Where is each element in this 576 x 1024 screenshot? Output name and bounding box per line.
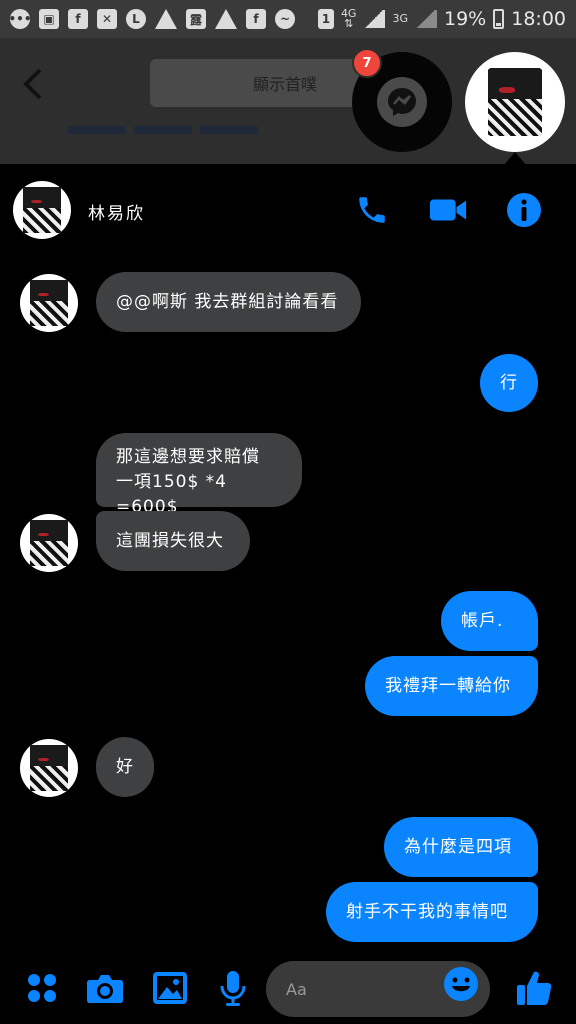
message-avatar bbox=[20, 274, 78, 332]
camera-icon[interactable] bbox=[83, 966, 127, 1010]
gallery-notification-icon: ▣ bbox=[39, 9, 59, 29]
chat-head-pointer bbox=[503, 152, 527, 166]
message-avatar bbox=[20, 739, 78, 797]
network-4g: 4G ⇅ bbox=[340, 7, 357, 30]
chat-panel: 林易欣 @@啊斯 我去群組討論看看 行 那這邊想要求賠償 一項150$ *4 =… bbox=[0, 164, 576, 1024]
contact-name[interactable]: 林易欣 bbox=[88, 199, 145, 224]
signal-icon bbox=[363, 10, 386, 28]
warning-icon-2 bbox=[215, 9, 237, 29]
message-bubble-outgoing[interactable]: 帳戶. bbox=[441, 591, 538, 651]
phone-icon[interactable] bbox=[352, 190, 392, 230]
thumbs-up-icon[interactable] bbox=[512, 966, 556, 1010]
message-avatar bbox=[20, 514, 78, 572]
microphone-icon[interactable] bbox=[211, 966, 255, 1010]
message-bubble-incoming-multiline[interactable]: 那這邊想要求賠償 一項150$ *4 =600$ bbox=[96, 433, 302, 517]
battery-icon bbox=[493, 9, 505, 29]
status-bar: ••• ▣ f ✕ L 露 f ~ 1 4G ⇅ 3G 19% 18:00 bbox=[0, 0, 576, 38]
message-bubble-outgoing[interactable]: 我禮拜一轉給你 bbox=[365, 656, 538, 716]
status-right: 1 4G ⇅ 3G 19% 18:00 bbox=[317, 7, 566, 30]
contact-chat-head[interactable] bbox=[465, 52, 565, 152]
messenger-icon bbox=[377, 77, 427, 127]
background-thumbnails bbox=[68, 126, 258, 134]
network-3g-label: 3G bbox=[392, 12, 408, 25]
contact-chat-head-avatar bbox=[473, 60, 557, 144]
message-bubble-outgoing[interactable]: 為什麼是四項 bbox=[384, 817, 538, 877]
chat-header: 林易欣 bbox=[0, 164, 576, 256]
line-notification-icon: L bbox=[126, 9, 146, 29]
warning-icon bbox=[155, 9, 177, 29]
app-notification-icon: 露 bbox=[186, 9, 206, 29]
apps-icon[interactable] bbox=[20, 966, 64, 1010]
video-icon[interactable] bbox=[428, 190, 468, 230]
back-arrow-icon[interactable] bbox=[20, 64, 46, 104]
chat-notification-icon: ••• bbox=[9, 9, 32, 29]
sim-icon: 1 bbox=[317, 9, 334, 29]
facebook-notification-icon: f bbox=[68, 9, 88, 29]
facebook-notification-icon-2: f bbox=[246, 9, 266, 29]
info-icon[interactable] bbox=[504, 190, 544, 230]
message-bubble-incoming[interactable]: @@啊斯 我去群組討論看看 bbox=[96, 272, 361, 332]
clock: 18:00 bbox=[511, 8, 566, 30]
composer-bar: Aa bbox=[0, 950, 576, 1024]
contact-avatar[interactable] bbox=[13, 181, 71, 239]
battery-percent: 19% bbox=[444, 8, 487, 30]
notification-icons: ••• ▣ f ✕ L 露 f ~ bbox=[9, 9, 295, 29]
message-line-1: 那這邊想要求賠償 bbox=[116, 447, 260, 467]
message-bubble-incoming[interactable]: 好 bbox=[96, 737, 154, 797]
unread-badge: 7 bbox=[352, 48, 382, 78]
gallery-icon[interactable] bbox=[148, 966, 192, 1010]
network-3g: 3G bbox=[392, 12, 408, 25]
message-bubble-outgoing[interactable]: 行 bbox=[480, 354, 538, 412]
messenger-notification-icon: ~ bbox=[275, 9, 295, 29]
signal-icon-2 bbox=[415, 10, 437, 28]
message-bubble-incoming[interactable]: 這團損失很大 bbox=[96, 511, 250, 571]
message-bubble-outgoing[interactable]: 射手不干我的事情吧 bbox=[326, 882, 538, 942]
emoji-icon[interactable] bbox=[443, 966, 479, 1002]
missed-call-icon: ✕ bbox=[97, 9, 117, 29]
